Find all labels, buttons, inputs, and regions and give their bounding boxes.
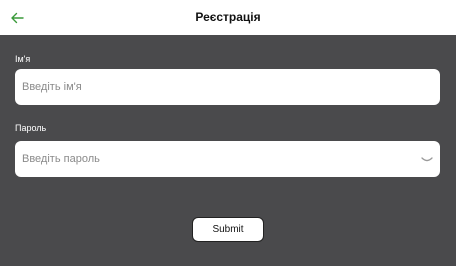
password-input[interactable] bbox=[15, 141, 440, 177]
password-toggle[interactable] bbox=[420, 152, 434, 162]
password-label: Пароль bbox=[15, 123, 47, 133]
registration-form: Ім'я Пароль Submit bbox=[0, 35, 456, 266]
name-input[interactable] bbox=[15, 69, 440, 105]
name-label: Ім'я bbox=[15, 54, 31, 64]
submit-button[interactable]: Submit bbox=[192, 217, 264, 242]
chevron-down-icon bbox=[421, 157, 433, 162]
app-header: Реєстрація bbox=[0, 0, 456, 35]
page-title: Реєстрація bbox=[195, 10, 261, 24]
